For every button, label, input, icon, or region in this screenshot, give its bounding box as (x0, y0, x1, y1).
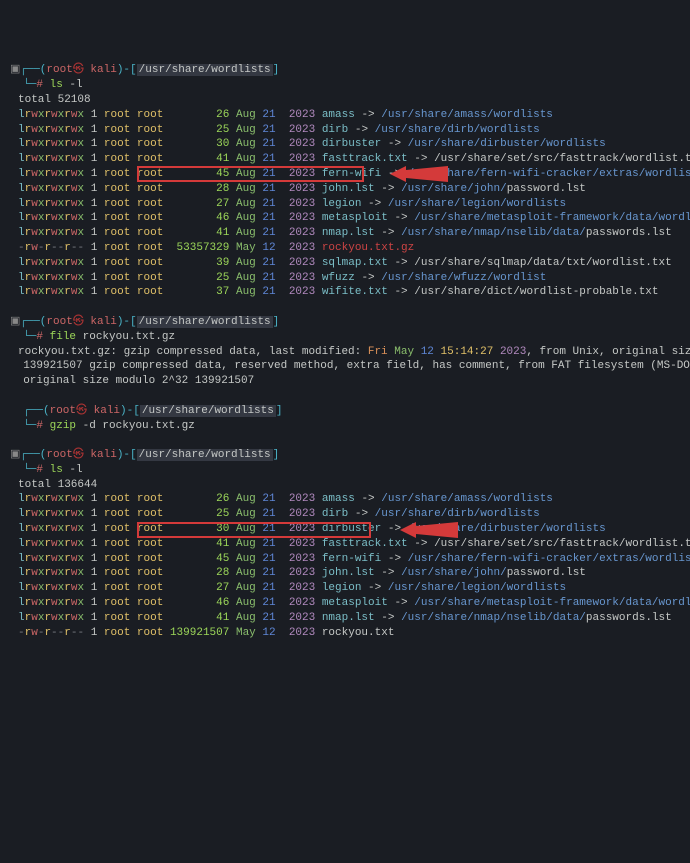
terminal-output: ▣┌──(root㉿ kali)-[/usr/share/wordlists] … (10, 63, 690, 640)
